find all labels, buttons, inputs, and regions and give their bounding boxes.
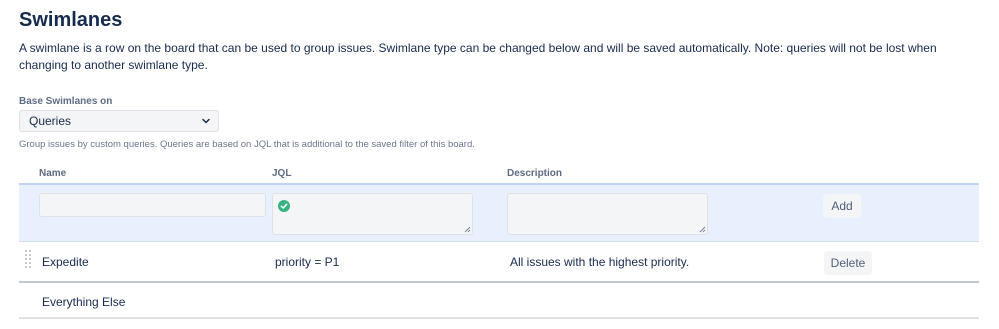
column-header-description: Description <box>507 168 563 179</box>
base-swimlanes-label: Base Swimlanes on <box>19 96 113 107</box>
column-header-name: Name <box>39 168 67 179</box>
swimlane-name[interactable]: Expedite <box>42 255 89 269</box>
resize-handle-icon[interactable] <box>463 225 471 233</box>
new-swimlane-description-input[interactable] <box>507 193 708 235</box>
chevron-down-icon <box>202 118 210 124</box>
resize-handle-icon[interactable] <box>698 225 706 233</box>
column-header-jql: JQL <box>272 168 292 179</box>
page-description: A swimlane is a row on the board that ca… <box>19 41 937 72</box>
add-swimlane-button[interactable]: Add <box>823 194 861 218</box>
swimlane-jql[interactable]: priority = P1 <box>275 255 339 269</box>
swimlane-row-expedite[interactable]: Expedite priority = P1 All issues with t… <box>19 243 979 283</box>
check-circle-icon <box>278 200 290 212</box>
base-swimlanes-select[interactable]: Queries <box>19 110 219 132</box>
new-swimlane-jql-input[interactable] <box>272 193 473 235</box>
swimlane-description[interactable]: All issues with the highest priority. <box>510 255 689 269</box>
drag-handle-icon[interactable] <box>25 250 32 268</box>
base-swimlanes-selected-value: Queries <box>29 114 72 128</box>
base-swimlanes-help: Group issues by custom queries. Queries … <box>19 139 475 150</box>
add-swimlane-row: Add <box>19 183 979 242</box>
page-title: Swimlanes <box>19 9 123 31</box>
swimlane-name: Everything Else <box>42 295 126 309</box>
swimlanes-settings-page: Swimlanes A swimlane is a row on the boa… <box>0 0 999 329</box>
swimlane-row-everything-else: Everything Else <box>19 285 979 319</box>
new-swimlane-name-input[interactable] <box>39 193 266 217</box>
delete-swimlane-button[interactable]: Delete <box>824 251 872 275</box>
